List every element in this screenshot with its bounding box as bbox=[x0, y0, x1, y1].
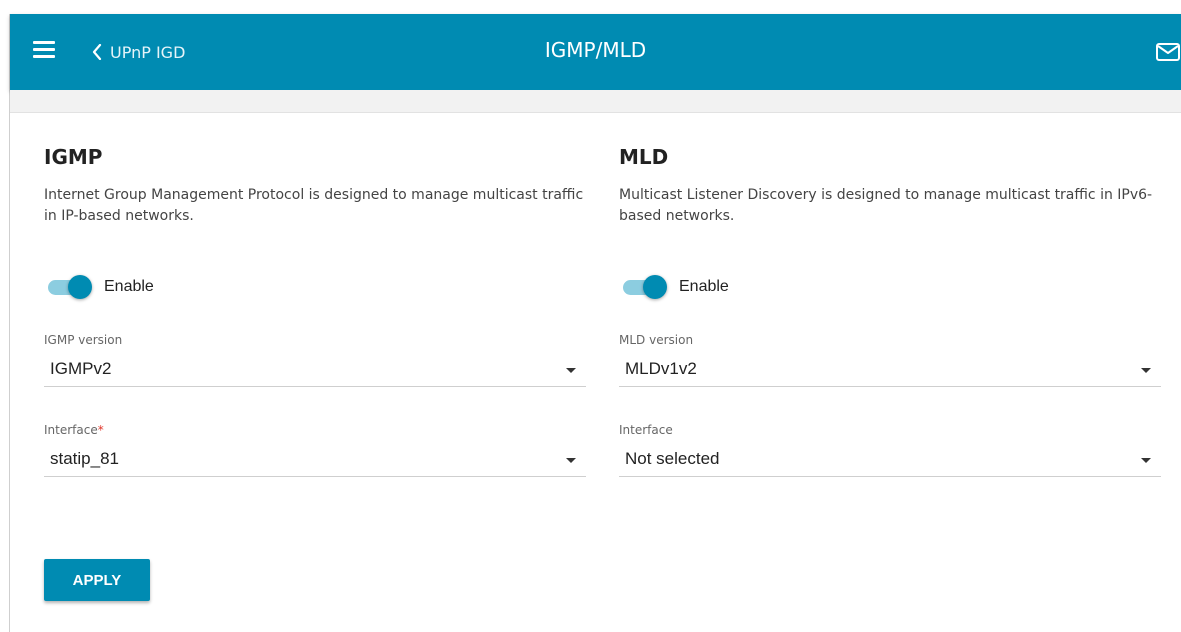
caret-down-icon bbox=[1141, 458, 1151, 463]
mld-interface-value: Not selected bbox=[625, 449, 720, 468]
mld-description: Multicast Listener Discovery is designed… bbox=[619, 187, 1153, 224]
envelope-icon[interactable] bbox=[1155, 41, 1181, 63]
mld-interface-field: Interface Not selected bbox=[619, 422, 1161, 477]
mld-enable-toggle[interactable]: Enable bbox=[619, 275, 729, 299]
top-app-bar: UPnP IGD IGMP/MLD bbox=[10, 14, 1181, 90]
page-title: IGMP/MLD bbox=[544, 38, 647, 62]
igmp-description: Internet Group Management Protocol is de… bbox=[44, 187, 584, 224]
igmp-interface-label: Interface* bbox=[44, 422, 586, 438]
igmp-version-select[interactable]: IGMPv2 bbox=[44, 348, 586, 387]
mld-version-value: MLDv1v2 bbox=[625, 359, 697, 378]
apply-button[interactable]: APPLY bbox=[44, 559, 150, 601]
igmp-enable-label: Enable bbox=[104, 278, 154, 295]
igmp-title: IGMP bbox=[44, 145, 103, 169]
mld-version-field: MLD version MLDv1v2 bbox=[619, 332, 1161, 387]
mld-version-select[interactable]: MLDv1v2 bbox=[619, 348, 1161, 387]
header-shadow-strip bbox=[10, 90, 1181, 113]
igmp-interface-value: statip_81 bbox=[50, 449, 119, 468]
igmp-interface-field: Interface* statip_81 bbox=[44, 422, 586, 477]
igmp-version-label: IGMP version bbox=[44, 333, 123, 347]
igmp-interface-select[interactable]: statip_81 bbox=[44, 438, 586, 477]
caret-down-icon bbox=[566, 458, 576, 463]
mld-title: MLD bbox=[619, 145, 669, 169]
mld-interface-label: Interface bbox=[619, 423, 673, 437]
mld-interface-select[interactable]: Not selected bbox=[619, 438, 1161, 477]
igmp-section: IGMP Internet Group Management Protocol … bbox=[44, 143, 586, 477]
igmp-version-field: IGMP version IGMPv2 bbox=[44, 332, 586, 387]
required-mark: * bbox=[97, 423, 104, 437]
igmp-enable-toggle[interactable]: Enable bbox=[44, 275, 154, 299]
mld-section: MLD Multicast Listener Discovery is desi… bbox=[619, 143, 1161, 477]
igmp-interface-label-text: Interface bbox=[44, 423, 98, 437]
mld-version-label: MLD version bbox=[619, 333, 694, 347]
toggle-switch[interactable] bbox=[44, 275, 92, 299]
igmp-version-value: IGMPv2 bbox=[50, 359, 112, 378]
caret-down-icon bbox=[1141, 368, 1151, 373]
caret-down-icon bbox=[566, 368, 576, 373]
mld-enable-label: Enable bbox=[679, 278, 729, 295]
toggle-switch[interactable] bbox=[619, 275, 667, 299]
